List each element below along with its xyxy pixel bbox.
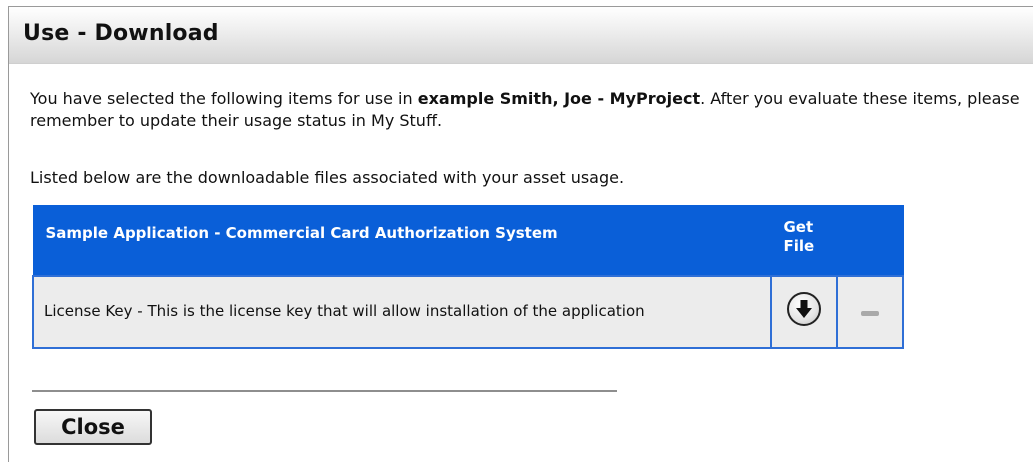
- minus-dash-icon: [861, 311, 879, 316]
- divider-line: [32, 390, 617, 392]
- file-description: License Key - This is the license key th…: [32, 274, 772, 349]
- project-name: example Smith, Joe - MyProject: [417, 89, 701, 108]
- listed-files-text: Listed below are the downloadable files …: [30, 168, 625, 187]
- intro-text-start: You have selected the following items fo…: [30, 89, 418, 108]
- action-cell: [836, 274, 904, 349]
- download-arrow-circle-icon[interactable]: [787, 291, 821, 326]
- dialog-title: Use - Download: [23, 21, 219, 46]
- download-files-table: Sample Application - Commercial Card Aut…: [32, 205, 904, 349]
- download-cell[interactable]: [770, 274, 838, 349]
- column-header-get-file: Get File: [770, 205, 904, 276]
- get-file-line1: Get: [783, 218, 814, 236]
- table-header-row: Sample Application - Commercial Card Aut…: [32, 205, 904, 276]
- dialog-titlebar: Use - Download: [9, 7, 1033, 64]
- column-header-asset-name: Sample Application - Commercial Card Aut…: [32, 205, 772, 276]
- close-button[interactable]: Close: [34, 409, 152, 445]
- intro-paragraph: You have selected the following items fo…: [30, 88, 1020, 132]
- table-row: License Key - This is the license key th…: [32, 274, 904, 349]
- get-file-line2: File: [783, 237, 815, 255]
